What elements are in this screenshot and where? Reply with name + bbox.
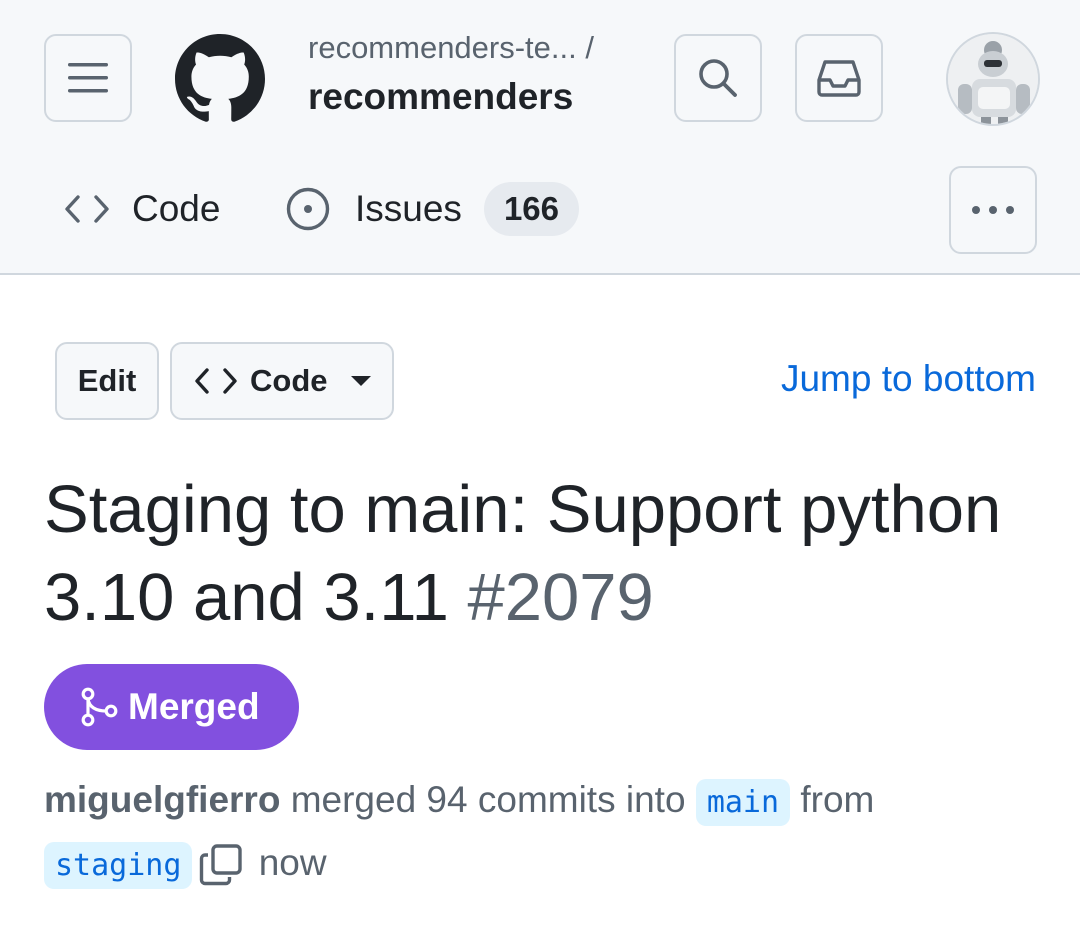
menu-button[interactable] [44, 34, 132, 122]
pr-meta: miguelgfierro merged 94 commits into mai… [44, 770, 1044, 896]
more-options-button[interactable] [949, 166, 1037, 254]
repo-owner-link[interactable]: recommenders-te... / [308, 30, 594, 66]
from-text: from [800, 779, 875, 820]
tab-code[interactable]: Code [64, 180, 220, 238]
pr-title: Staging to main: Support python 3.10 and… [44, 466, 1044, 642]
robot-avatar-icon [948, 34, 1038, 124]
merged-time: now [258, 842, 327, 883]
base-branch-label[interactable]: main [695, 779, 791, 826]
issues-count-badge: 166 [483, 182, 579, 236]
pr-number: #2079 [467, 560, 654, 635]
head-branch-label[interactable]: staging [44, 842, 193, 889]
app-header: recommenders-te... / recommenders Code I… [0, 0, 1080, 275]
git-merge-icon [81, 687, 118, 727]
inbox-icon [817, 60, 861, 97]
user-avatar[interactable] [946, 32, 1040, 126]
author-link[interactable]: miguelgfierro [44, 779, 280, 820]
edit-button[interactable]: Edit [55, 342, 159, 420]
search-icon [699, 59, 737, 97]
code-icon [65, 195, 109, 223]
copy-icon[interactable] [198, 843, 244, 887]
tab-code-label: Code [132, 188, 221, 229]
code-icon [195, 368, 237, 394]
merged-text: merged 94 commits into [290, 779, 686, 820]
merged-state-label: Merged [128, 686, 260, 727]
tab-issues[interactable]: Issues 166 [285, 180, 579, 238]
inbox-button[interactable] [795, 34, 883, 122]
repo-name-link[interactable]: recommenders [308, 76, 573, 118]
search-button[interactable] [674, 34, 762, 122]
issue-opened-icon [286, 187, 330, 231]
kebab-horizontal-icon [972, 206, 1014, 214]
triangle-down-icon [350, 376, 371, 386]
hamburger-icon [68, 63, 108, 93]
tab-issues-label: Issues [355, 188, 462, 229]
github-mark-icon[interactable] [175, 34, 265, 124]
code-dropdown-label: Code [250, 363, 328, 398]
code-dropdown-button[interactable]: Code [170, 342, 394, 420]
jump-to-bottom-link[interactable]: Jump to bottom [781, 358, 1036, 400]
merged-state-badge: Merged [44, 664, 299, 750]
